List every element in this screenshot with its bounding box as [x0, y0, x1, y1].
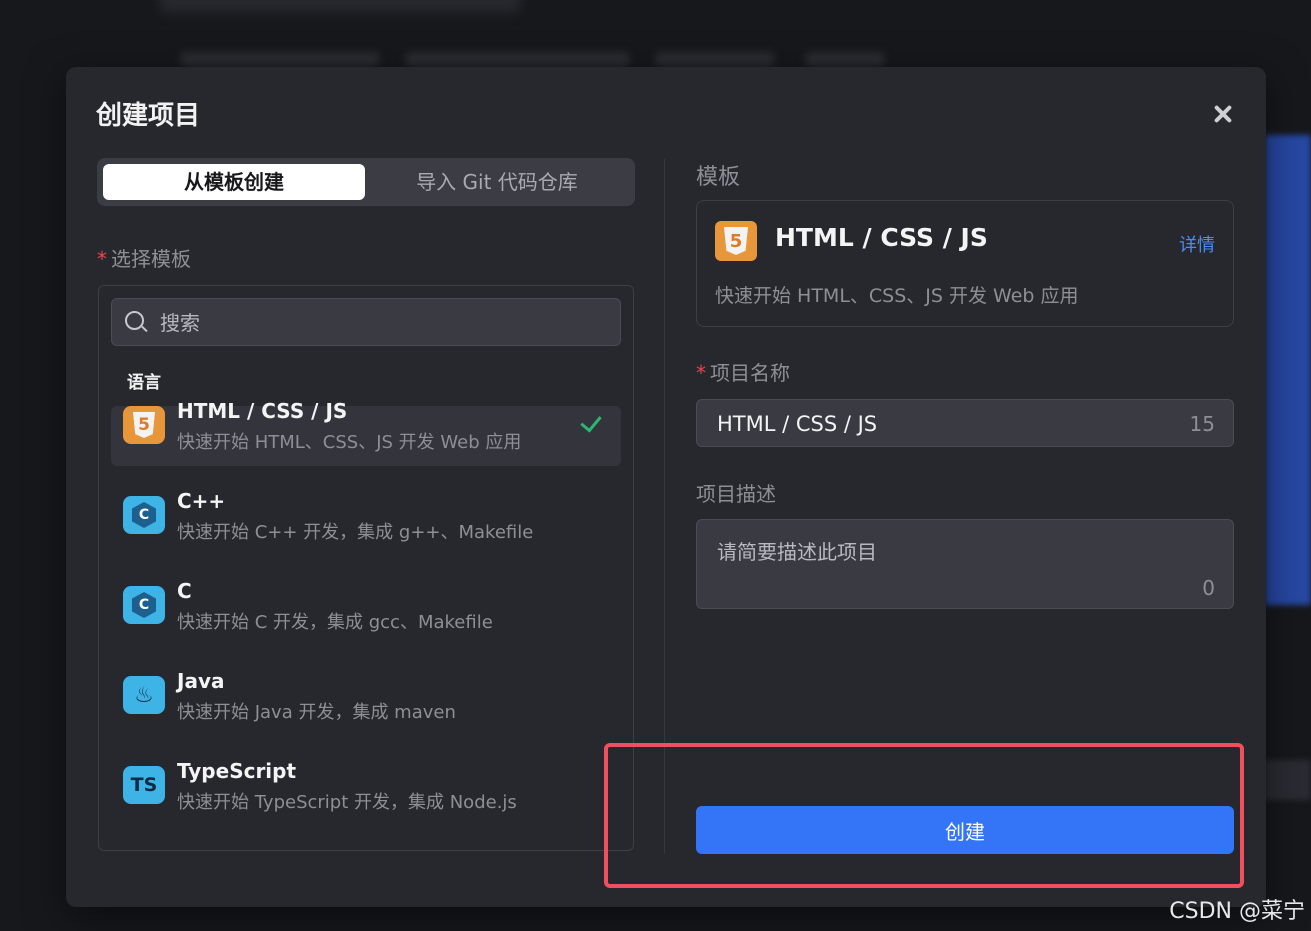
template-item-cpp[interactable]: C C++ 快速开始 C++ 开发，集成 g++、Makefile — [111, 489, 621, 556]
column-divider — [664, 159, 665, 854]
template-item-desc: 快速开始 C 开发，集成 gcc、Makefile — [177, 612, 493, 633]
create-button[interactable]: 创建 — [696, 806, 1234, 854]
template-detail-link[interactable]: 详情 — [1179, 231, 1215, 257]
template-item-name: C++ — [177, 489, 226, 513]
tab-from-template[interactable]: 从模板创建 — [103, 164, 365, 200]
template-item-desc: 快速开始 C++ 开发，集成 g++、Makefile — [177, 522, 534, 543]
java-icon: ♨ — [123, 676, 165, 714]
watermark: CSDN @菜宁 — [1169, 899, 1305, 924]
html5-icon-glyph: 5 — [724, 227, 748, 255]
cpp-icon-glyph: C — [132, 502, 156, 528]
project-desc-input[interactable] — [715, 534, 1199, 598]
check-icon — [580, 410, 602, 433]
c-icon-glyph: C — [132, 592, 156, 618]
typescript-icon: TS — [123, 766, 165, 804]
background-chip — [655, 52, 775, 66]
template-item-name: Java — [177, 669, 225, 693]
project-desc-label: 项目描述 — [696, 482, 776, 506]
project-name-label-text: 项目名称 — [710, 361, 790, 385]
close-icon[interactable] — [1210, 101, 1236, 127]
background-chip — [805, 52, 885, 66]
template-item-desc: 快速开始 TypeScript 开发，集成 Node.js — [177, 792, 517, 813]
background-chip — [180, 52, 380, 66]
project-name-field: 15 — [696, 399, 1234, 448]
project-desc-field: 0 — [696, 519, 1234, 609]
template-item-name: TypeScript — [177, 759, 297, 783]
template-item-name: HTML / CSS / JS — [177, 399, 348, 423]
project-name-label: * 项目名称 — [696, 357, 790, 386]
html5-icon-glyph: 5 — [133, 412, 155, 438]
background-panel — [1265, 760, 1311, 800]
html5-icon: 5 — [715, 221, 757, 261]
project-desc-count: 0 — [1202, 576, 1215, 600]
template-item-typescript[interactable]: TS TypeScript 快速开始 TypeScript 开发，集成 Node… — [111, 759, 621, 826]
group-label-language: 语言 — [127, 373, 161, 393]
background-panel — [1265, 135, 1311, 605]
template-item-html[interactable]: 5 HTML / CSS / JS 快速开始 HTML、CSS、JS 开发 We… — [111, 399, 621, 466]
create-project-dialog: 创建项目 从模板创建 导入 Git 代码仓库 *选择模板 语言 5 HTML /… — [66, 67, 1266, 907]
tab-import-git[interactable]: 导入 Git 代码仓库 — [365, 164, 629, 200]
dialog-title: 创建项目 — [96, 101, 201, 131]
template-name: HTML / CSS / JS — [775, 223, 988, 252]
template-desc: 快速开始 HTML、CSS、JS 开发 Web 应用 — [715, 285, 1079, 307]
background-title — [160, 0, 520, 12]
project-name-input[interactable] — [715, 400, 1169, 448]
template-label: 模板 — [696, 165, 741, 190]
required-mark: * — [97, 247, 107, 271]
source-tabs: 从模板创建 导入 Git 代码仓库 — [97, 158, 635, 206]
template-card: 5 HTML / CSS / JS 详情 快速开始 HTML、CSS、JS 开发… — [696, 200, 1234, 327]
template-item-desc: 快速开始 Java 开发，集成 maven — [177, 702, 456, 723]
background-chip — [405, 52, 630, 66]
required-mark: * — [696, 361, 706, 385]
html5-icon: 5 — [123, 406, 165, 444]
cpp-icon: C — [123, 496, 165, 534]
search-box — [111, 298, 621, 347]
search-icon — [125, 311, 144, 330]
template-item-desc: 快速开始 HTML、CSS、JS 开发 Web 应用 — [177, 432, 522, 453]
template-item-java[interactable]: ♨ Java 快速开始 Java 开发，集成 maven — [111, 669, 621, 736]
project-name-count: 15 — [1189, 412, 1215, 436]
template-picker-label: * 选择模板 — [97, 243, 191, 272]
search-input[interactable] — [158, 299, 602, 347]
template-picker-label-text: 选择模板 — [111, 247, 191, 271]
template-item-c[interactable]: C C 快速开始 C 开发，集成 gcc、Makefile — [111, 579, 621, 646]
template-item-name: C — [177, 579, 192, 603]
template-list: 语言 5 HTML / CSS / JS 快速开始 HTML、CSS、JS 开发… — [98, 285, 634, 851]
c-icon: C — [123, 586, 165, 624]
